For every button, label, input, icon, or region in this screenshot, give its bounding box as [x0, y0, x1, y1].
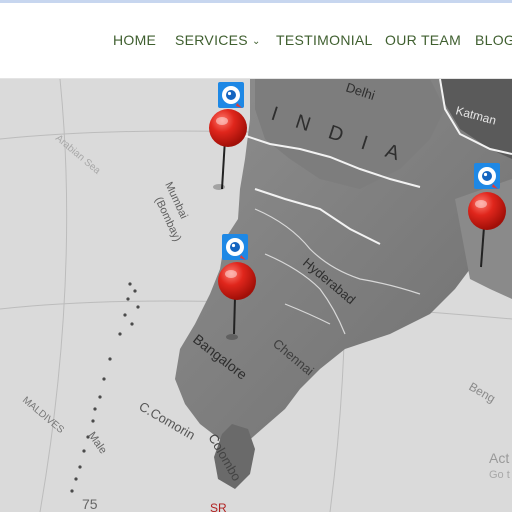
- label-number: 75: [82, 496, 98, 512]
- nav-home[interactable]: HOME: [113, 32, 156, 48]
- location-badge-icon[interactable]: [222, 234, 248, 260]
- chevron-down-icon: ⌄: [251, 36, 261, 47]
- label-sr: SR: [210, 501, 227, 512]
- windows-activation-watermark: Act Go t: [489, 450, 510, 481]
- hero-map-image: Delhi INDIA Katman Mumbai (Bombay) Hyder…: [0, 79, 512, 512]
- nav-services[interactable]: SERVICES ⌄: [175, 32, 261, 48]
- nav-testimonial[interactable]: TESTIMONIAL: [276, 32, 373, 48]
- watermark-line1: Act: [489, 450, 510, 466]
- site-header: HOME SERVICES ⌄ TESTIMONIAL OUR TEAM BLOG: [0, 3, 512, 79]
- watermark-line2: Go t: [489, 469, 510, 481]
- nav-blog[interactable]: BLOG: [475, 32, 512, 48]
- map-graphic: Delhi INDIA Katman Mumbai (Bombay) Hyder…: [0, 79, 512, 512]
- location-badge-icon[interactable]: [474, 163, 500, 189]
- nav-our-team[interactable]: OUR TEAM: [385, 32, 461, 48]
- nav-services-label: SERVICES: [175, 32, 248, 48]
- main-nav: HOME SERVICES ⌄ TESTIMONIAL OUR TEAM BLOG: [0, 32, 512, 54]
- location-badge-icon[interactable]: [218, 82, 244, 108]
